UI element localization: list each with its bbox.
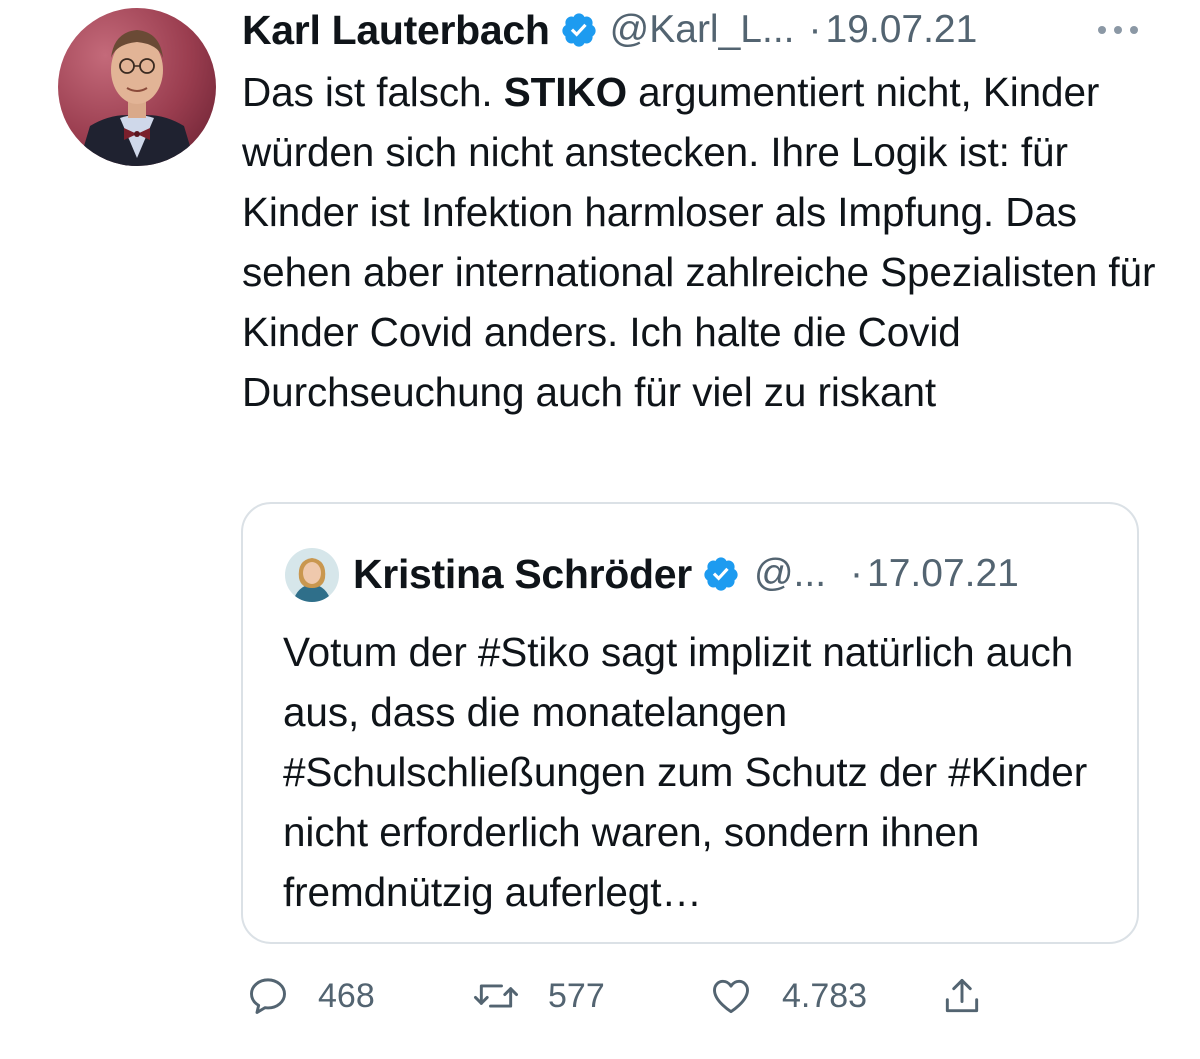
tweet-text-start: Das ist falsch. <box>242 69 504 115</box>
author-handle[interactable]: @Karl_L... <box>610 8 795 52</box>
like-button[interactable]: 4.783 <box>708 966 867 1026</box>
reply-button[interactable]: 468 <box>246 966 375 1026</box>
quoted-author-avatar[interactable] <box>285 548 339 602</box>
quoted-author-handle: @... <box>753 552 827 595</box>
author-avatar[interactable] <box>58 8 216 166</box>
more-dots-icon[interactable] <box>1096 20 1140 40</box>
verified-badge-icon <box>562 13 596 47</box>
quoted-author-name: Kristina Schröder <box>353 550 692 597</box>
retweet-icon <box>474 984 518 1008</box>
retweet-count: 577 <box>548 976 605 1015</box>
action-bar: 468 577 4.783 <box>240 966 1140 1026</box>
quoted-tweet-text: Votum der #Stiko sagt implizit natürlich… <box>283 629 1088 915</box>
quoted-tweet[interactable]: Kristina Schröder @... · 17.07.21 Votum … <box>241 502 1139 944</box>
reply-count: 468 <box>318 976 375 1015</box>
separator-dot: · <box>808 8 822 51</box>
tweet-header: Karl Lauterbach @Karl_L... · 19.07.21 <box>242 2 1142 58</box>
retweet-button[interactable]: 577 <box>472 966 605 1026</box>
heart-icon <box>713 979 749 1014</box>
tweet-text-rest: argumentiert nicht, Kinder würden sich n… <box>242 69 1156 415</box>
quoted-tweet-date: 17.07.21 <box>867 552 1019 595</box>
verified-badge-icon <box>704 557 738 591</box>
share-icon <box>945 978 979 1013</box>
quoted-tweet-header: Kristina Schröder @... · 17.07.21 <box>353 546 1133 602</box>
separator-dot: · <box>850 552 864 595</box>
tweet-text-bold: STIKO <box>503 69 627 115</box>
author-name[interactable]: Karl Lauterbach <box>242 7 550 54</box>
tweet-date[interactable]: 19.07.21 <box>826 8 978 52</box>
share-button[interactable] <box>940 966 984 1026</box>
like-count: 4.783 <box>782 976 868 1015</box>
tweet-text: Das ist falsch. STIKO argumentiert nicht… <box>242 62 1162 422</box>
tweet[interactable]: Karl Lauterbach @Karl_L... · 19.07.21 Da… <box>0 0 1200 1059</box>
reply-icon <box>250 978 286 1014</box>
